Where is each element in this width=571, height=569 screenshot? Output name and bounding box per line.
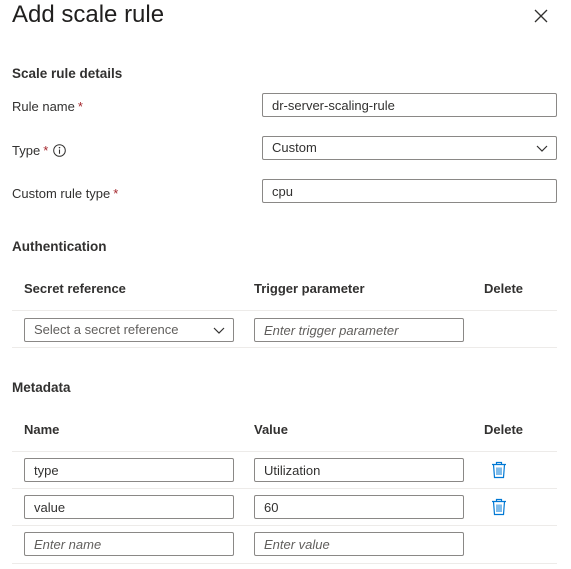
metadata-value-input[interactable] [254, 495, 464, 519]
trigger-parameter-input[interactable] [254, 318, 464, 342]
trash-icon[interactable] [491, 461, 507, 479]
divider [12, 488, 557, 489]
section-title-details: Scale rule details [12, 66, 123, 81]
section-title-metadata: Metadata [12, 380, 71, 395]
secret-reference-placeholder: Select a secret reference [34, 322, 179, 337]
info-icon[interactable] [53, 144, 67, 157]
column-header-delete: Delete [484, 422, 524, 437]
custom-rule-type-input[interactable] [262, 179, 557, 203]
column-header-name: Name [24, 422, 60, 437]
rule-name-label: Rule name * [12, 99, 83, 114]
type-dropdown-value: Custom [272, 140, 317, 155]
secret-reference-dropdown[interactable]: Select a secret reference [24, 318, 234, 342]
chevron-down-icon [213, 327, 225, 334]
divider [12, 525, 557, 526]
metadata-value-input[interactable] [254, 458, 464, 482]
divider [12, 347, 557, 348]
column-header-delete: Delete [484, 281, 524, 296]
page-title: Add scale rule [12, 1, 165, 28]
divider [12, 563, 557, 564]
close-icon[interactable] [530, 5, 552, 27]
custom-rule-type-label: Custom rule type * [12, 186, 119, 201]
metadata-name-input[interactable] [24, 458, 234, 482]
chevron-down-icon [536, 145, 548, 152]
column-header-trigger-parameter: Trigger parameter [254, 281, 365, 296]
new-metadata-name-input[interactable] [24, 532, 234, 556]
section-title-authentication: Authentication [12, 239, 107, 254]
trash-icon[interactable] [491, 498, 507, 516]
column-header-secret-reference: Secret reference [24, 281, 126, 296]
type-dropdown[interactable]: Custom [262, 136, 557, 160]
type-label: Type * [12, 143, 67, 158]
divider [12, 310, 557, 311]
metadata-name-input[interactable] [24, 495, 234, 519]
divider [12, 451, 557, 452]
rule-name-input[interactable] [262, 93, 557, 117]
column-header-value: Value [254, 422, 288, 437]
new-metadata-value-input[interactable] [254, 532, 464, 556]
